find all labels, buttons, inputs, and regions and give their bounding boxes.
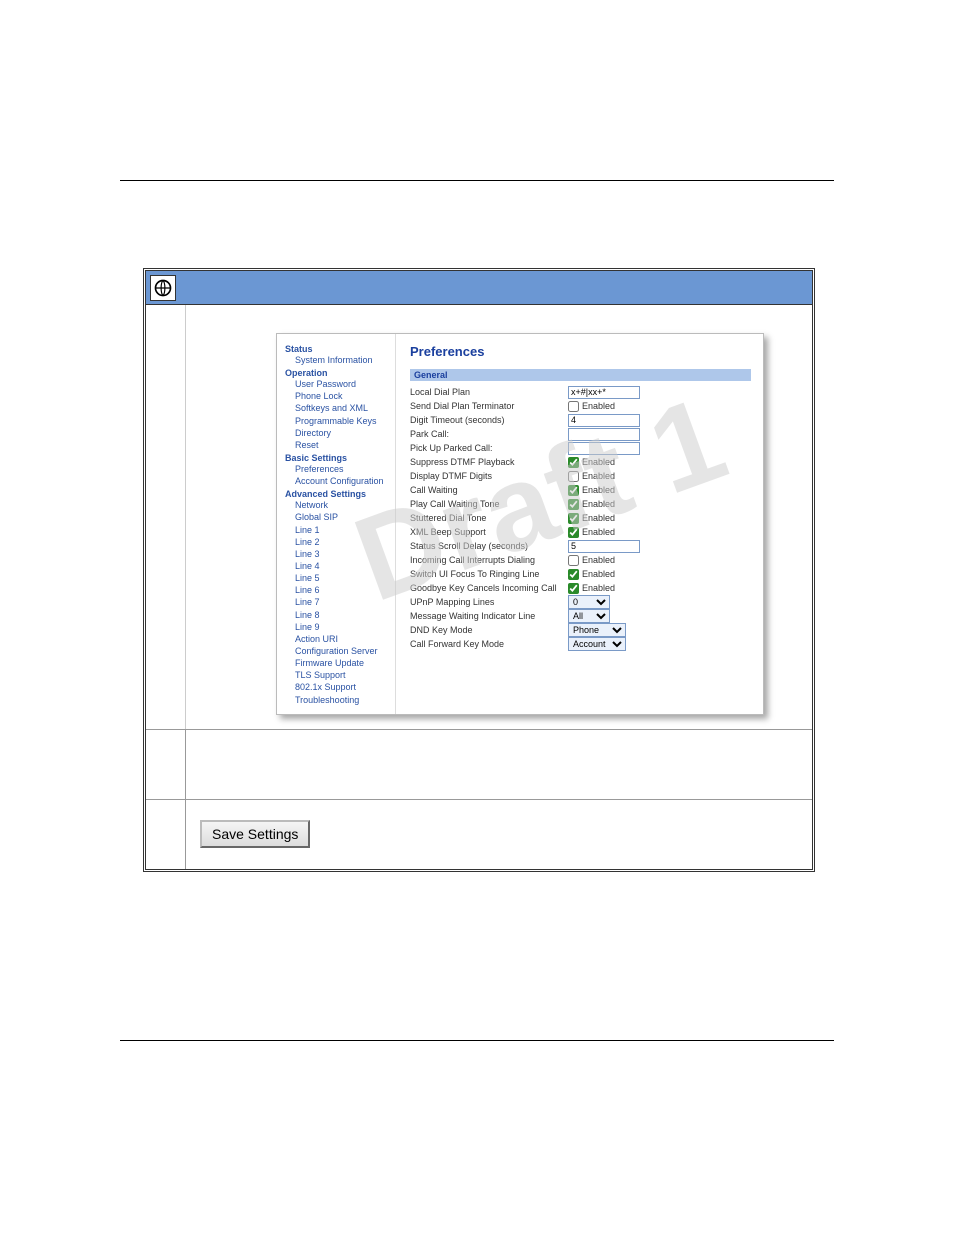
select-upnp[interactable]: 0 bbox=[568, 595, 610, 609]
cb-display-dtmf[interactable] bbox=[568, 471, 579, 482]
input-digit-timeout[interactable] bbox=[568, 414, 640, 427]
nav-item-tls-support[interactable]: TLS Support bbox=[295, 669, 389, 681]
nav-item-network[interactable]: Network bbox=[295, 499, 389, 511]
nav-item-line-8[interactable]: Line 8 bbox=[295, 609, 389, 621]
nav-item-firmware-update[interactable]: Firmware Update bbox=[295, 657, 389, 669]
cb-call-waiting[interactable] bbox=[568, 485, 579, 496]
lbl-digit-timeout: Digit Timeout (seconds) bbox=[410, 415, 568, 425]
cb-incoming-interrupt[interactable] bbox=[568, 555, 579, 566]
nav-item-phone-lock[interactable]: Phone Lock bbox=[295, 390, 389, 402]
nav-item-softkeys-xml[interactable]: Softkeys and XML bbox=[295, 402, 389, 414]
lbl-play-cw-tone: Play Call Waiting Tone bbox=[410, 499, 568, 509]
step-row-3: Save Settings bbox=[146, 799, 812, 869]
left-gutter bbox=[146, 305, 186, 729]
config-panel: Status System Information Operation User… bbox=[276, 333, 764, 715]
txt-enabled: Enabled bbox=[582, 457, 615, 467]
nav-item-system-information[interactable]: System Information bbox=[295, 354, 389, 366]
lbl-call-waiting: Call Waiting bbox=[410, 485, 568, 495]
txt-enabled: Enabled bbox=[582, 569, 615, 579]
txt-enabled: Enabled bbox=[582, 471, 615, 481]
nav-item-programmable-keys[interactable]: Programmable Keys bbox=[295, 415, 389, 427]
lbl-suppress-dtmf: Suppress DTMF Playback bbox=[410, 457, 568, 467]
nav-header-status: Status bbox=[285, 344, 389, 354]
nav-item-line-3[interactable]: Line 3 bbox=[295, 548, 389, 560]
nav-item-reset[interactable]: Reset bbox=[295, 439, 389, 451]
nav-item-action-uri[interactable]: Action URI bbox=[295, 633, 389, 645]
lbl-upnp: UPnP Mapping Lines bbox=[410, 597, 568, 607]
window-titlebar bbox=[146, 271, 812, 305]
input-park-call[interactable] bbox=[568, 428, 640, 441]
lbl-stuttered: Stuttered Dial Tone bbox=[410, 513, 568, 523]
nav-sidebar: Status System Information Operation User… bbox=[277, 334, 395, 714]
txt-enabled: Enabled bbox=[582, 499, 615, 509]
section-general: General bbox=[410, 369, 751, 381]
step-row-2 bbox=[146, 729, 812, 799]
lbl-mwi: Message Waiting Indicator Line bbox=[410, 611, 568, 621]
nav-header-advanced: Advanced Settings bbox=[285, 489, 389, 499]
txt-enabled: Enabled bbox=[582, 485, 615, 495]
step-rows: Save Settings bbox=[146, 729, 812, 869]
nav-item-troubleshooting[interactable]: Troubleshooting bbox=[295, 694, 389, 706]
nav-item-preferences[interactable]: Preferences bbox=[295, 463, 389, 475]
txt-enabled: Enabled bbox=[582, 583, 615, 593]
cb-play-cw-tone[interactable] bbox=[568, 499, 579, 510]
nav-item-account-config[interactable]: Account Configuration bbox=[295, 475, 389, 487]
cb-suppress-dtmf[interactable] bbox=[568, 457, 579, 468]
lbl-xml-beep: XML Beep Support bbox=[410, 527, 568, 537]
nav-item-line-2[interactable]: Line 2 bbox=[295, 536, 389, 548]
nav-item-line-5[interactable]: Line 5 bbox=[295, 572, 389, 584]
select-mwi[interactable]: All bbox=[568, 609, 610, 623]
step-body-2 bbox=[186, 730, 812, 799]
txt-enabled: Enabled bbox=[582, 513, 615, 523]
cb-stuttered[interactable] bbox=[568, 513, 579, 524]
content-pane: Preferences General Local Dial Plan Send… bbox=[395, 334, 763, 714]
save-settings-button[interactable]: Save Settings bbox=[200, 820, 310, 848]
page-top-rule bbox=[120, 180, 834, 181]
lbl-status-scroll: Status Scroll Delay (seconds) bbox=[410, 541, 568, 551]
txt-enabled: Enabled bbox=[582, 401, 615, 411]
select-dnd[interactable]: Phone bbox=[568, 623, 626, 637]
input-local-dial-plan[interactable] bbox=[568, 386, 640, 399]
lbl-pickup-parked: Pick Up Parked Call: bbox=[410, 443, 568, 453]
nav-item-line-9[interactable]: Line 9 bbox=[295, 621, 389, 633]
nav-item-line-6[interactable]: Line 6 bbox=[295, 584, 389, 596]
app-window: Status System Information Operation User… bbox=[143, 268, 815, 872]
txt-enabled: Enabled bbox=[582, 527, 615, 537]
lbl-cf: Call Forward Key Mode bbox=[410, 639, 568, 649]
nav-item-line-1[interactable]: Line 1 bbox=[295, 524, 389, 536]
lbl-send-terminator: Send Dial Plan Terminator bbox=[410, 401, 568, 411]
nav-item-global-sip[interactable]: Global SIP bbox=[295, 511, 389, 523]
page-bottom-rule bbox=[120, 1040, 834, 1041]
lbl-dnd: DND Key Mode bbox=[410, 625, 568, 635]
input-pickup-parked[interactable] bbox=[568, 442, 640, 455]
lbl-incoming-interrupt: Incoming Call Interrupts Dialing bbox=[410, 555, 568, 565]
lbl-local-dial-plan: Local Dial Plan bbox=[410, 387, 568, 397]
nav-item-user-password[interactable]: User Password bbox=[295, 378, 389, 390]
lbl-goodbye: Goodbye Key Cancels Incoming Call bbox=[410, 583, 568, 593]
nav-header-basic: Basic Settings bbox=[285, 453, 389, 463]
step-num-3 bbox=[146, 800, 186, 869]
nav-item-config-server[interactable]: Configuration Server bbox=[295, 645, 389, 657]
cb-goodbye[interactable] bbox=[568, 583, 579, 594]
select-cf[interactable]: Account bbox=[568, 637, 626, 651]
page-title: Preferences bbox=[410, 344, 751, 359]
lbl-park-call: Park Call: bbox=[410, 429, 568, 439]
cb-switch-ui[interactable] bbox=[568, 569, 579, 580]
txt-enabled: Enabled bbox=[582, 555, 615, 565]
nav-header-operation: Operation bbox=[285, 368, 389, 378]
lbl-display-dtmf: Display DTMF Digits bbox=[410, 471, 568, 481]
lbl-switch-ui: Switch UI Focus To Ringing Line bbox=[410, 569, 568, 579]
step-body-3: Save Settings bbox=[186, 800, 812, 869]
cb-send-terminator[interactable] bbox=[568, 401, 579, 412]
cb-xml-beep[interactable] bbox=[568, 527, 579, 538]
input-status-scroll[interactable] bbox=[568, 540, 640, 553]
nav-item-line-7[interactable]: Line 7 bbox=[295, 596, 389, 608]
step-num-2 bbox=[146, 730, 186, 799]
nav-item-line-4[interactable]: Line 4 bbox=[295, 560, 389, 572]
globe-icon bbox=[150, 275, 176, 301]
nav-item-8021x-support[interactable]: 802.1x Support bbox=[295, 681, 389, 693]
nav-item-directory[interactable]: Directory bbox=[295, 427, 389, 439]
